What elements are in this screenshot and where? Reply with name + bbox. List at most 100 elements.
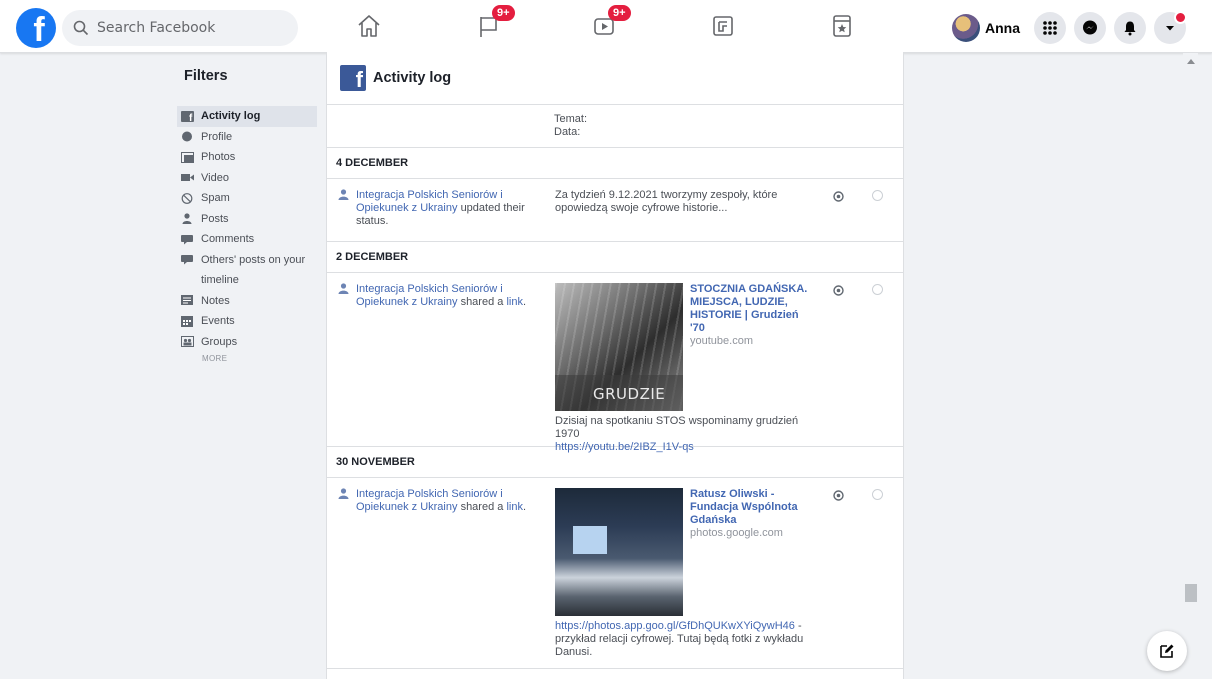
- date-header: 2 DECEMBER: [327, 242, 903, 273]
- person-icon: [338, 189, 349, 200]
- entry-caption: Dzisiaj na spotkaniu STOS wspominamy gru…: [555, 415, 825, 454]
- entry-line: Temat:: [554, 113, 588, 125]
- scrollbar-thumb[interactable]: [1185, 584, 1197, 602]
- activity-entry: Integracja Polskich Seniorów i Opiekunek…: [327, 179, 903, 242]
- filter-label: Video: [201, 171, 229, 184]
- notifications-button[interactable]: [1114, 12, 1146, 44]
- shared-link[interactable]: link: [506, 296, 523, 308]
- filter-label: timeline: [201, 274, 239, 287]
- entry-line: Data:: [554, 126, 581, 138]
- notification-dot: [1174, 11, 1187, 24]
- events-icon: [181, 315, 193, 327]
- filter-others-posts-continued[interactable]: timeline: [177, 270, 317, 291]
- shared-link[interactable]: link: [506, 501, 523, 513]
- action-text: shared a: [460, 296, 504, 308]
- page-title: Activity log: [373, 70, 452, 86]
- link-thumbnail[interactable]: GRUDZIE: [555, 283, 683, 411]
- link-thumbnail[interactable]: [555, 488, 683, 616]
- filter-photos[interactable]: Photos: [177, 147, 317, 168]
- entry-story[interactable]: Za tydzień 9.12.2021 tworzymy zespoły, k…: [555, 189, 823, 215]
- link-preview: Ratusz Oliwski - Fundacja Wspólnota Gdań…: [690, 488, 815, 540]
- link-title[interactable]: STOCZNIA GDAŃSKA. MIEJSCA, LUDZIE, HISTO…: [690, 283, 815, 335]
- photos-icon: [181, 151, 194, 163]
- filter-spam[interactable]: Spam: [177, 188, 317, 209]
- activity-log-panel: f Activity log Temat: Data: 4 DECEMBER I…: [326, 52, 904, 679]
- person-icon: [182, 213, 192, 225]
- filter-posts[interactable]: Posts: [177, 209, 317, 230]
- link-source: youtube.com: [690, 335, 753, 347]
- profile-name: Anna: [985, 20, 1020, 36]
- entry-actor: Integracja Polskich Seniorów i Opiekunek…: [338, 488, 528, 514]
- watch-tab[interactable]: 9+: [592, 5, 631, 39]
- filter-label: Activity log: [201, 110, 261, 123]
- activity-entry: Integracja Polskich Seniorów i Opiekunek…: [327, 478, 903, 669]
- filter-comments[interactable]: Comments: [177, 229, 317, 250]
- facebook-logo[interactable]: f: [16, 8, 56, 48]
- link-title[interactable]: Ratusz Oliwski - Fundacja Wspólnota Gdań…: [690, 488, 815, 527]
- filter-label: Photos: [201, 151, 236, 164]
- entry-select-radio[interactable]: [872, 190, 883, 201]
- filter-label: Others' posts on your: [201, 253, 306, 266]
- caption-link[interactable]: https://photos.app.goo.gl/GfDhQUKwXYiQyw…: [555, 620, 795, 632]
- filter-label: Events: [201, 315, 235, 328]
- filter-groups[interactable]: Groups: [177, 332, 317, 353]
- globe-icon[interactable]: [833, 490, 844, 501]
- facebook-square-icon: f: [181, 110, 194, 122]
- scroll-up-icon[interactable]: [1187, 59, 1195, 64]
- search-input[interactable]: [95, 19, 289, 37]
- menu-button[interactable]: [1034, 12, 1066, 44]
- comment-icon: [181, 234, 193, 245]
- filter-activity-log[interactable]: f Activity log: [177, 106, 317, 127]
- messenger-button[interactable]: [1074, 12, 1106, 44]
- globe-icon[interactable]: [833, 191, 844, 202]
- filter-others-posts[interactable]: Others' posts on your: [177, 250, 317, 271]
- entry-select-radio[interactable]: [872, 284, 883, 295]
- activity-entry: Temat: Data:: [327, 105, 903, 148]
- entry-select-radio[interactable]: [872, 489, 883, 500]
- caret-down-icon: [1166, 26, 1174, 31]
- pages-tab[interactable]: 9+: [476, 5, 515, 39]
- filter-label: Groups: [201, 335, 238, 348]
- page-scrollbar[interactable]: [1183, 53, 1198, 679]
- video-icon: [181, 174, 194, 182]
- filter-notes[interactable]: Notes: [177, 291, 317, 312]
- caption-link[interactable]: https://youtu.be/2IBZ_I1V-qs: [555, 441, 825, 454]
- facebook-logo-letter: f: [33, 11, 45, 48]
- spam-icon: [181, 192, 193, 204]
- watch-notification-badge: 9+: [608, 5, 631, 21]
- person-icon: [338, 283, 349, 294]
- filters-title: Filters: [184, 68, 228, 84]
- new-message-button[interactable]: [1147, 631, 1187, 671]
- entry-actor: Integracja Polskich Seniorów i Opiekunek…: [338, 283, 528, 309]
- comment-icon: [181, 255, 193, 265]
- filter-label: Spam: [201, 192, 230, 205]
- account-button[interactable]: [1154, 11, 1187, 44]
- home-icon[interactable]: [356, 13, 382, 39]
- link-preview: STOCZNIA GDAŃSKA. MIEJSCA, LUDZIE, HISTO…: [690, 283, 815, 348]
- search-box[interactable]: [62, 10, 298, 46]
- compose-icon: [1160, 644, 1174, 658]
- more-filters-link[interactable]: MORE: [177, 354, 317, 363]
- thumbnail-caption: GRUDZIE: [555, 375, 683, 411]
- globe-icon[interactable]: [833, 285, 844, 296]
- filter-events[interactable]: Events: [177, 311, 317, 332]
- pages-notification-badge: 9+: [492, 5, 515, 21]
- grid-menu-icon: [1043, 21, 1057, 35]
- gaming-tab-icon[interactable]: [829, 13, 855, 39]
- notes-icon: [181, 295, 193, 306]
- person-icon: [338, 488, 349, 499]
- filters-sidebar: Filters f Activity log Profile Photos Vi…: [177, 68, 317, 363]
- filter-label: Comments: [201, 233, 255, 246]
- entry-text: Temat: Data:: [554, 113, 587, 139]
- profile-shortcut[interactable]: Anna: [952, 14, 1020, 42]
- filter-profile[interactable]: Profile: [177, 127, 317, 148]
- top-navigation-bar: f 9+ 9+ Anna: [0, 0, 1212, 53]
- groups-tab-icon[interactable]: [710, 13, 736, 39]
- date-header: 4 DECEMBER: [327, 148, 903, 179]
- entry-actor: Integracja Polskich Seniorów i Opiekunek…: [338, 189, 528, 228]
- bell-icon: [1124, 21, 1136, 36]
- messenger-icon: [1083, 20, 1097, 35]
- filter-video[interactable]: Video: [177, 168, 317, 189]
- entry-caption: https://photos.app.goo.gl/GfDhQUKwXYiQyw…: [555, 620, 825, 659]
- search-icon: [73, 20, 89, 36]
